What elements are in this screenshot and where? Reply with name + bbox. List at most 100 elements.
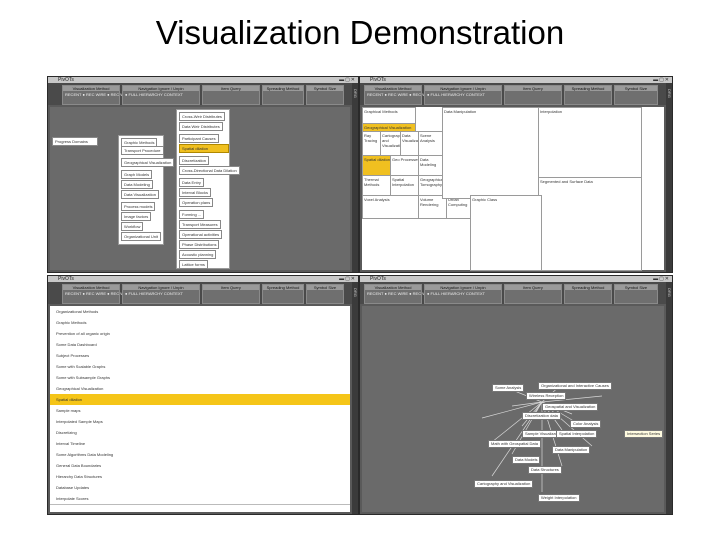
tool-label: Spreading Method: [263, 285, 303, 290]
tool-options[interactable]: ● FULL HIERARCHY CONTEXT: [427, 291, 485, 296]
treemap-cell[interactable]: Interpolation: [538, 107, 642, 181]
tree-root-node[interactable]: Progress Domains: [52, 137, 98, 146]
side-strip[interactable]: DRG: [666, 282, 672, 514]
tool-label: Spreading Method: [565, 285, 611, 290]
window-controls-icon[interactable]: ▬▢✕: [339, 277, 356, 282]
graph-node[interactable]: Organizational and Interactive Causes: [538, 382, 612, 390]
tool-symbol-size[interactable]: Symbol Size: [306, 284, 344, 304]
tool-visualization-method[interactable]: Visualization Method RECENT ● REC WIRE ●…: [364, 85, 431, 105]
graph-node[interactable]: Data Models: [512, 456, 541, 464]
side-strip[interactable]: DRG: [352, 282, 358, 514]
tree-node[interactable]: Data Modeling: [121, 180, 153, 189]
tool-navigation[interactable]: Navigation Ignore / Unpin ● FULL HIERARC…: [424, 85, 502, 105]
tree-node[interactable]: Participant Causes: [179, 134, 219, 143]
tree-node[interactable]: Data Entry: [179, 178, 204, 187]
tool-options[interactable]: ● FULL HIERARCHY CONTEXT: [125, 92, 183, 97]
tool-label: Symbol Size: [307, 285, 343, 290]
graph-canvas[interactable]: Some Analysis Organizational and Interac…: [362, 306, 664, 512]
treemap-cell[interactable]: Data Manipulation: [442, 107, 542, 199]
tree-node[interactable]: Discretization: [179, 156, 210, 165]
screenshot-panel-list: PivOTs ▬▢✕ Visualization Method RECENT ●…: [47, 275, 359, 515]
tool-visualization-method[interactable]: Visualization Method RECENT ● REC WIRE ●…: [62, 85, 129, 105]
treemap-canvas[interactable]: Graphical Methods Geographical Visualiza…: [362, 107, 664, 271]
window-controls-icon[interactable]: ▬▢✕: [339, 78, 356, 83]
graph-node[interactable]: Spatial Interpolation: [556, 430, 598, 438]
tool-symbol-size[interactable]: Symbol Size: [614, 284, 658, 304]
tool-label: Visualization Method: [365, 285, 421, 290]
tool-item-query[interactable]: Item Query: [504, 85, 562, 105]
side-strip[interactable]: DRG: [352, 83, 358, 272]
graph-node[interactable]: Math with Geospatial Data: [488, 440, 541, 448]
graph-node[interactable]: Data Structures: [528, 466, 562, 474]
toolbar: Visualization Method RECENT ● REC WIRE ●…: [48, 83, 358, 105]
tree-node[interactable]: Process models: [121, 202, 156, 211]
tree-canvas[interactable]: Progress Domains Graphic Methods Transpo…: [50, 107, 350, 270]
tree-node[interactable]: Cross-Weir Distributes: [179, 112, 225, 121]
list-canvas[interactable]: Organizational Methods Graphic Methods P…: [50, 306, 350, 512]
graph-node[interactable]: Data Manipulation: [552, 446, 591, 454]
tree-node[interactable]: Image factors: [121, 212, 152, 221]
graph-node[interactable]: Weight Interpolation: [538, 494, 580, 502]
tool-navigation[interactable]: Navigation Ignore / Unpin ● FULL HIERARC…: [424, 284, 502, 304]
tool-navigation[interactable]: Navigation Ignore / Unpin ● FULL HIERARC…: [122, 284, 200, 304]
side-strip[interactable]: DRG: [666, 83, 672, 272]
side-strip-label: DRG: [353, 89, 358, 98]
tree-node[interactable]: Lattice forms: [179, 260, 208, 269]
tool-label: Item Query: [203, 86, 259, 91]
tree-node[interactable]: Graph Models: [121, 170, 153, 179]
tree-node[interactable]: Phase Distributions: [179, 240, 220, 249]
tool-label: Visualization Method: [63, 86, 119, 91]
tool-item-query[interactable]: Item Query: [202, 284, 260, 304]
tree-node[interactable]: Organizational Unit: [121, 232, 162, 241]
tool-item-query[interactable]: Item Query: [202, 85, 260, 105]
tool-options[interactable]: RECENT ● REC WIRE ● REC WVE: [65, 291, 129, 296]
tool-navigation[interactable]: Navigation Ignore / Unpin ● FULL HIERARC…: [122, 85, 200, 105]
tree-node[interactable]: Cross-Directional Data Dilation: [179, 166, 240, 175]
tool-spreading[interactable]: Spreading Method: [262, 284, 304, 304]
tool-options[interactable]: ● FULL HIERARCHY CONTEXT: [427, 92, 485, 97]
list-row[interactable]: Interpolate Scores: [50, 493, 350, 505]
tool-label: Navigation Ignore / Unpin: [123, 285, 199, 290]
tool-item-query[interactable]: Item Query: [504, 284, 562, 304]
tree-node[interactable]: Operational activities: [179, 230, 223, 239]
toolbar: Visualization Method RECENT ● REC WIRE ●…: [360, 282, 672, 304]
tool-spreading[interactable]: Spreading Method: [564, 284, 612, 304]
tool-symbol-size[interactable]: Symbol Size: [306, 85, 344, 105]
tree-node[interactable]: Operation plans: [179, 198, 214, 207]
tree-column-2: Cross-Weir Distributes Data Weir Distrib…: [176, 109, 240, 269]
tool-symbol-size[interactable]: Symbol Size: [614, 85, 658, 105]
tree-node[interactable]: Data Weir Distributes: [179, 122, 223, 131]
graph-node[interactable]: Intersection Series: [624, 430, 664, 438]
treemap-cell[interactable]: Segmented and Surface Data: [538, 177, 642, 271]
tool-options[interactable]: ● FULL HIERARCHY CONTEXT: [125, 291, 183, 296]
tree-node[interactable]: Geographical Visualization: [121, 158, 175, 167]
graph-node[interactable]: Discretization data: [522, 412, 561, 420]
tree-node[interactable]: Data Visualization: [121, 190, 159, 199]
tree-node[interactable]: Transport Procedure: [121, 146, 164, 155]
tool-visualization-method[interactable]: Visualization Method RECENT ● REC WIRE ●…: [62, 284, 129, 304]
tool-options[interactable]: RECENT ● REC WIRE ● REC WVE: [367, 291, 431, 296]
graph-node[interactable]: Color Analysis: [570, 420, 602, 428]
tree-node[interactable]: Transport Measures: [179, 220, 221, 229]
graph-node[interactable]: Wireless Reception: [526, 392, 567, 400]
tree-node[interactable]: Acoustic planning: [179, 250, 217, 259]
tool-label: Navigation Ignore / Unpin: [123, 86, 199, 91]
tool-label: Visualization Method: [365, 86, 421, 91]
tool-options[interactable]: RECENT ● REC WIRE ● REC WVE: [367, 92, 431, 97]
tool-label: Symbol Size: [615, 285, 657, 290]
tree-node-selected[interactable]: Spatial dilation: [179, 144, 229, 153]
treemap-cell[interactable]: Voxel Analysis: [362, 195, 422, 219]
graph-node[interactable]: Some Analysis: [492, 384, 525, 392]
tool-visualization-method[interactable]: Visualization Method RECENT ● REC WIRE ●…: [364, 284, 431, 304]
tree-node[interactable]: Forming ...: [179, 210, 205, 219]
graph-node[interactable]: Cartography and Visualization: [474, 480, 534, 488]
treemap-cell[interactable]: Graphic Class: [470, 195, 542, 271]
graph-node[interactable]: Geospatial and Visualization: [542, 403, 599, 411]
window-controls-icon[interactable]: ▬▢✕: [653, 277, 670, 282]
window-controls-icon[interactable]: ▬▢✕: [653, 78, 670, 83]
tree-node[interactable]: Interval Blocks: [179, 188, 212, 197]
tool-spreading[interactable]: Spreading Method: [262, 85, 304, 105]
tool-spreading[interactable]: Spreading Method: [564, 85, 612, 105]
tree-node[interactable]: Workflow: [121, 222, 144, 231]
tool-options[interactable]: RECENT ● REC WIRE ● REC WVE: [65, 92, 129, 97]
